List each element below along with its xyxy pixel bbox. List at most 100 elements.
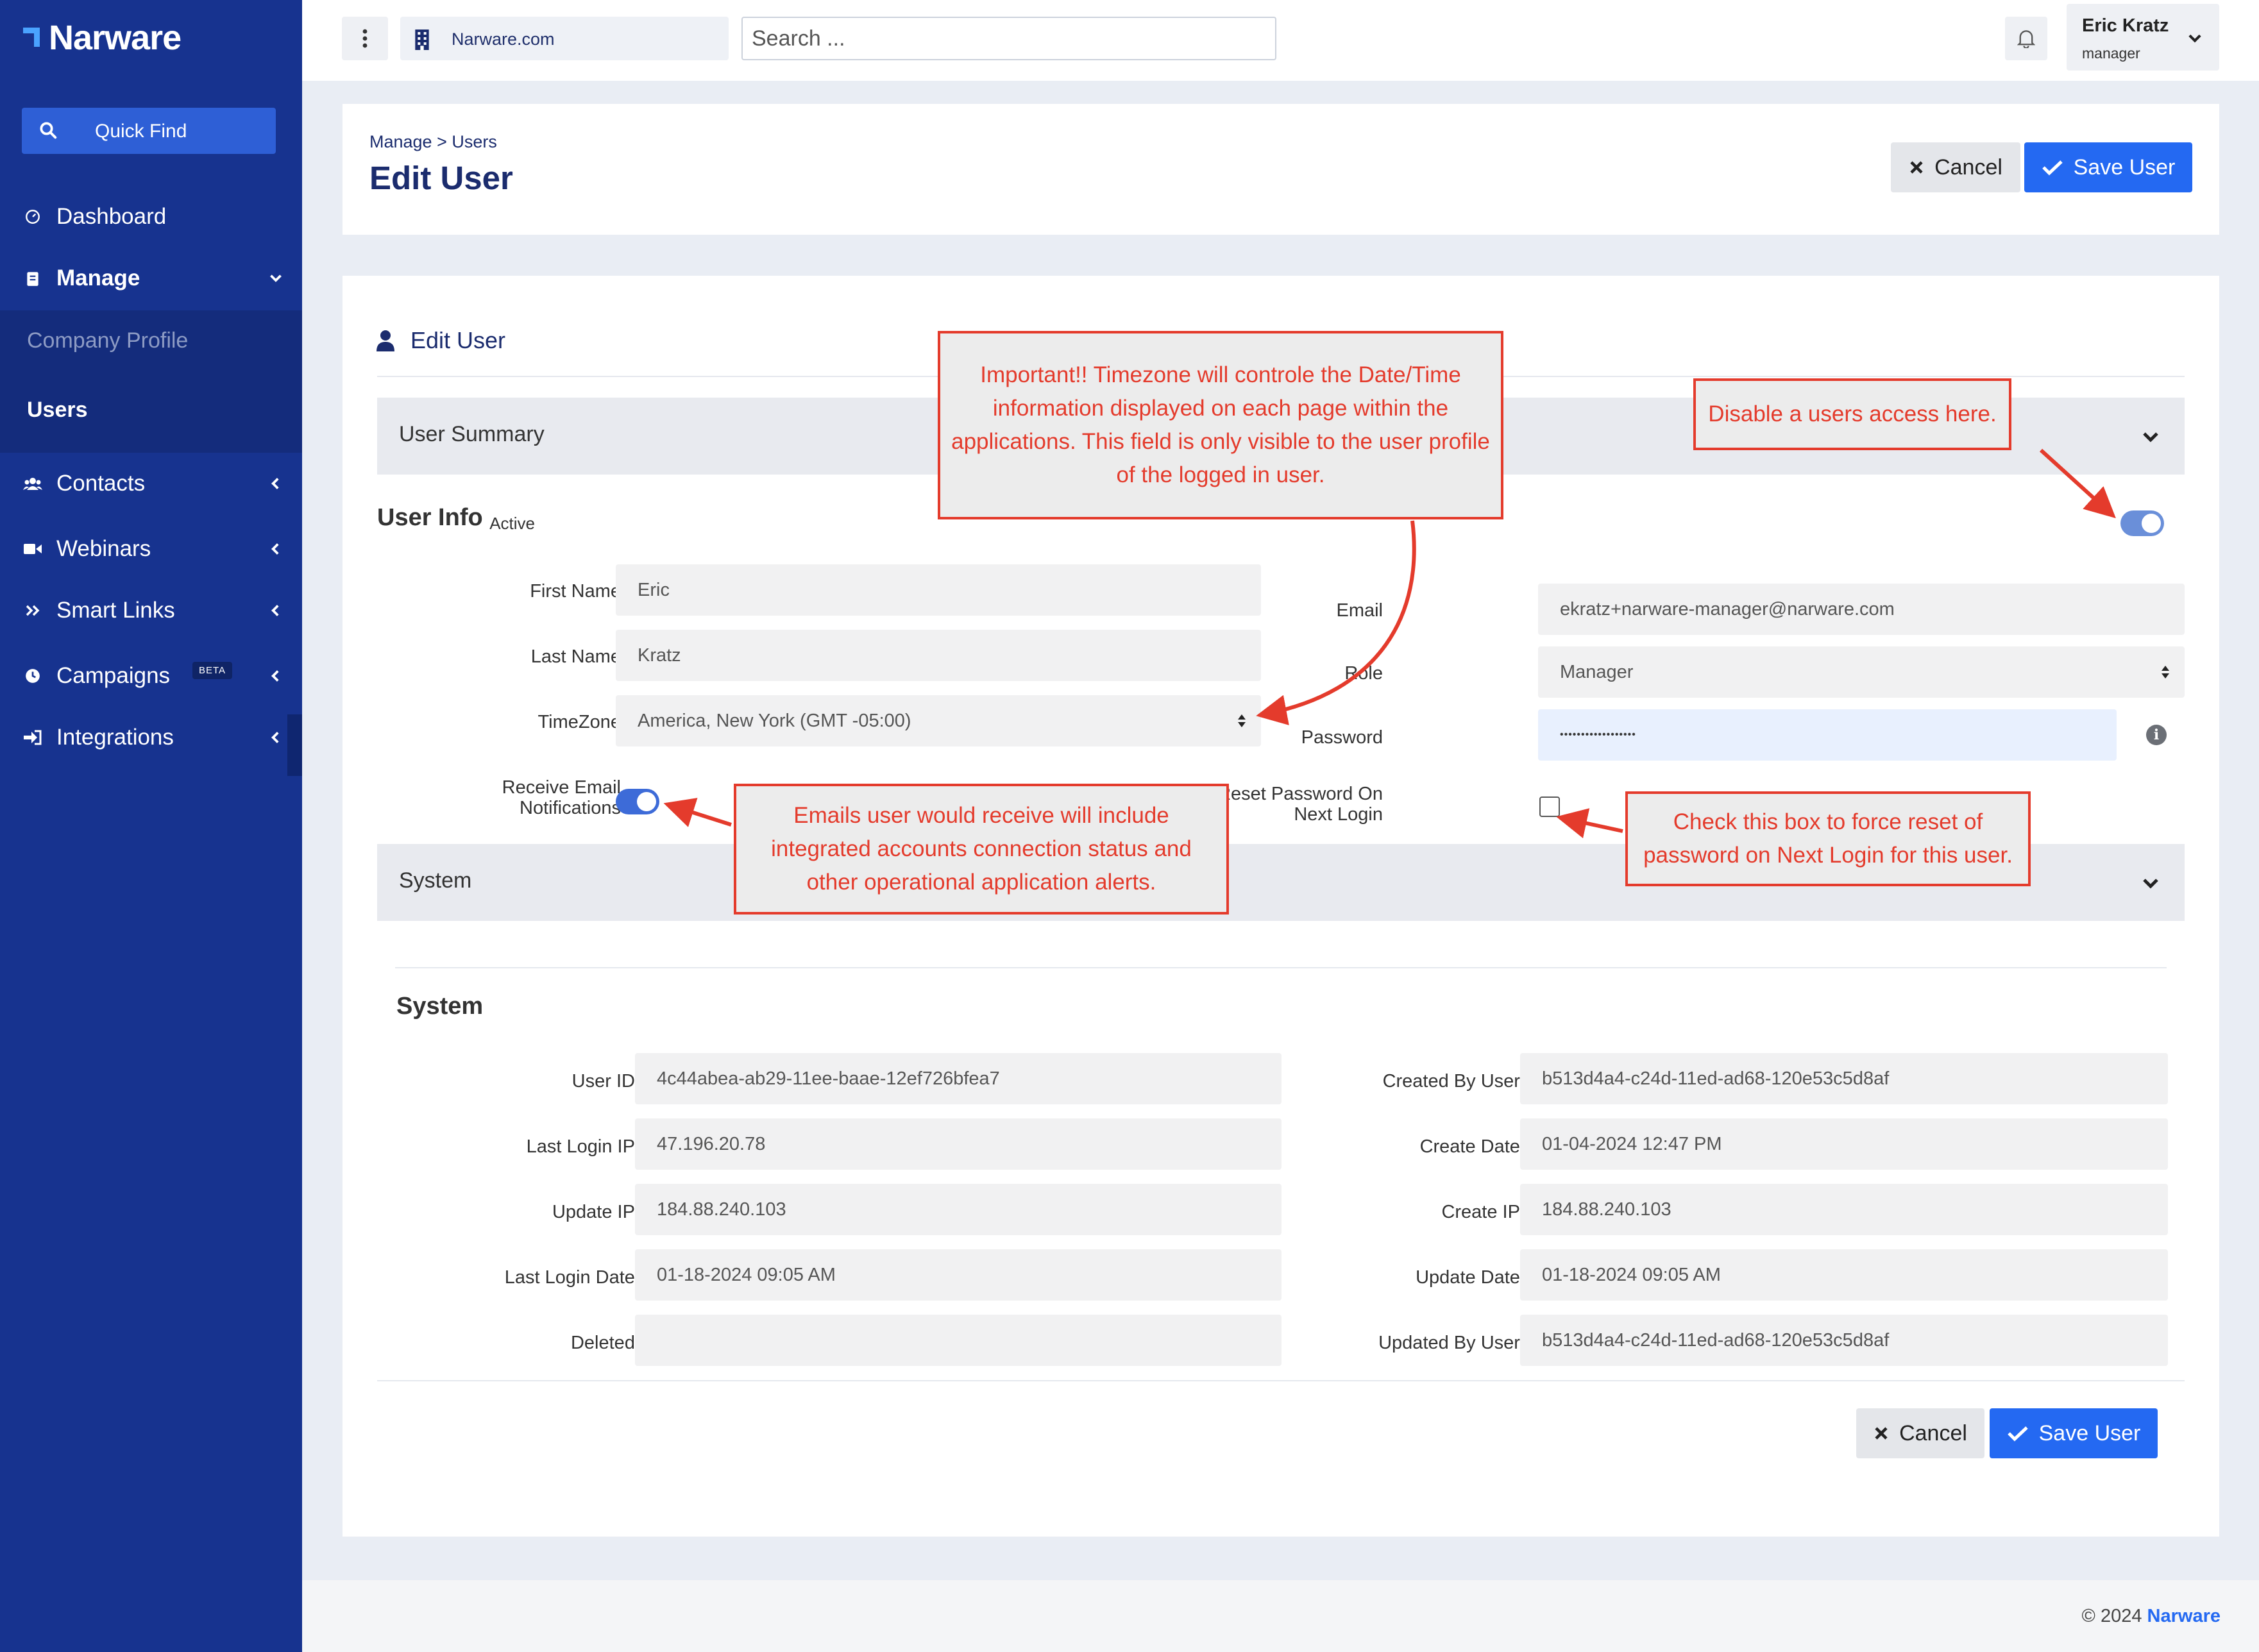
last-name-field[interactable]: Kratz [616, 630, 1261, 681]
chevron-down-icon [2188, 34, 2201, 43]
user-id-label: User ID: [571, 1071, 640, 1092]
create-ip-label: Create IP: [1441, 1202, 1525, 1222]
page-title: Edit User [369, 160, 513, 196]
sidebar-item-label: Manage [56, 266, 140, 291]
sidebar-scrollbar[interactable] [287, 714, 302, 776]
quick-find-button[interactable]: Quick Find [22, 108, 276, 154]
password-field[interactable]: •••••••••••••••••• [1538, 709, 2117, 761]
user-id-field[interactable]: 4c44abea-ab29-11ee-baae-12ef726bfea7 [635, 1053, 1282, 1104]
reset-password-checkbox[interactable] [1539, 796, 1560, 817]
search-box[interactable] [741, 17, 1276, 60]
users-icon [23, 474, 42, 493]
sidebar-item-contacts[interactable]: Contacts [0, 453, 302, 514]
close-icon [1910, 161, 1923, 174]
chevron-left-icon [271, 478, 279, 489]
clock-icon [23, 666, 42, 686]
user-info-heading: User Info [377, 504, 483, 531]
cancel-button[interactable]: Cancel [1891, 142, 2020, 192]
sign-in-icon [23, 728, 42, 747]
copyright-text: © 2024 [2081, 1606, 2142, 1626]
sidebar-item-label: Smart Links [56, 598, 175, 623]
sidebar-item-manage[interactable]: Manage [0, 248, 302, 309]
chevron-left-icon [271, 670, 279, 682]
vertical-dots-icon [362, 29, 368, 48]
narware-logo[interactable]: Narware [23, 15, 182, 60]
video-icon [23, 539, 42, 559]
chevron-down-icon [270, 274, 282, 282]
reset-password-label-line-1: Reset Password On [1217, 784, 1383, 804]
timezone-label: TimeZone [537, 712, 621, 732]
create-date-field[interactable]: 01-04-2024 12:47 PM [1520, 1118, 2168, 1170]
email-notifications-annotation: Emails user would receive will include i… [734, 784, 1229, 914]
user-menu[interactable]: Eric Kratz manager [2067, 4, 2219, 71]
email-label: Email [1336, 600, 1383, 621]
breadcrumb[interactable]: Manage > Users [369, 132, 497, 152]
kebab-menu-button[interactable] [342, 17, 388, 60]
search-icon [40, 122, 57, 139]
manage-submenu: Company Profile Users [0, 310, 302, 453]
cancel-button-bottom[interactable]: Cancel [1856, 1408, 1984, 1458]
footer-brand-link[interactable]: Narware [2147, 1606, 2221, 1626]
email-notifications-label-line-1: Receive Email [502, 777, 621, 798]
create-ip-field[interactable]: 184.88.240.103 [1520, 1184, 2168, 1235]
first-name-field[interactable]: Eric [616, 564, 1261, 616]
sidebar-item-integrations[interactable]: Integrations [0, 707, 302, 768]
sidebar: Narware Quick Find Dashboard Manage Comp… [0, 0, 302, 1652]
notifications-button[interactable] [2005, 17, 2047, 60]
site-selector[interactable]: Narware.com [400, 17, 729, 60]
role-label: Role [1344, 663, 1383, 684]
sidebar-item-webinars[interactable]: Webinars [0, 518, 302, 580]
created-by-label: Created By User: [1382, 1071, 1525, 1092]
reset-password-label: Reset Password On Next Login [1217, 784, 1383, 825]
sidebar-item-label: Webinars [56, 536, 151, 561]
card-title: Edit User [410, 327, 506, 353]
email-notifications-toggle[interactable] [616, 789, 659, 814]
password-label: Password [1301, 727, 1383, 748]
accordion-label: User Summary [399, 422, 545, 446]
save-user-button[interactable]: Save User [2024, 142, 2192, 192]
updated-by-field[interactable]: b513d4a4-c24d-11ed-ad68-120e53c5d8af [1520, 1315, 2168, 1366]
sidebar-item-smart-links[interactable]: Smart Links [0, 580, 302, 641]
reset-password-annotation: Check this box to force reset of passwor… [1625, 791, 2031, 886]
active-label: Active [489, 514, 535, 533]
sidebar-item-users[interactable]: Users [27, 398, 88, 423]
sidebar-item-campaigns[interactable]: Campaigns BETA [0, 645, 302, 707]
sidebar-item-label: Integrations [56, 725, 174, 750]
info-icon[interactable]: i [2146, 725, 2167, 745]
logo-mark-icon [23, 25, 41, 51]
save-label: Save User [2073, 155, 2176, 180]
updated-by-label: Updated By User: [1378, 1333, 1525, 1353]
close-icon [1875, 1427, 1888, 1440]
update-date-field[interactable]: 01-18-2024 09:05 AM [1520, 1249, 2168, 1301]
sidebar-item-dashboard[interactable]: Dashboard [0, 186, 302, 248]
divider [377, 1380, 2185, 1381]
last-login-ip-label: Last Login IP: [526, 1136, 640, 1157]
role-select[interactable]: Manager [1538, 646, 2185, 698]
first-name-label: First Name [530, 581, 621, 602]
created-by-field[interactable]: b513d4a4-c24d-11ed-ad68-120e53c5d8af [1520, 1053, 2168, 1104]
sidebar-item-label: Contacts [56, 471, 146, 496]
save-label: Save User [2038, 1420, 2141, 1446]
site-label: Narware.com [452, 30, 555, 49]
active-annotation: Disable a users access here. [1693, 378, 2011, 450]
select-arrows-icon [1238, 714, 1246, 727]
timezone-select[interactable]: America, New York (GMT -05:00) [616, 695, 1261, 746]
save-user-button-bottom[interactable]: Save User [1990, 1408, 2158, 1458]
bell-icon [2017, 30, 2035, 48]
sidebar-item-company-profile[interactable]: Company Profile [27, 328, 188, 353]
user-icon [376, 330, 394, 351]
cancel-label: Cancel [1899, 1420, 1967, 1446]
system-heading: System [396, 993, 484, 1020]
deleted-label: Deleted: [570, 1333, 640, 1353]
email-field[interactable]: ekratz+narware-manager@narware.com [1538, 584, 2185, 635]
update-ip-field[interactable]: 184.88.240.103 [635, 1184, 1282, 1235]
quick-find-label: Quick Find [95, 121, 187, 142]
search-input[interactable] [743, 18, 1275, 59]
deleted-field[interactable] [635, 1315, 1282, 1366]
last-name-label: Last Name [530, 646, 621, 667]
last-login-ip-field[interactable]: 47.196.20.78 [635, 1118, 1282, 1170]
last-login-date-field[interactable]: 01-18-2024 09:05 AM [635, 1249, 1282, 1301]
footer-copyright: © 2024 Narware [2082, 1606, 2221, 1627]
chevron-left-icon [271, 605, 279, 616]
active-toggle[interactable] [2120, 510, 2164, 536]
